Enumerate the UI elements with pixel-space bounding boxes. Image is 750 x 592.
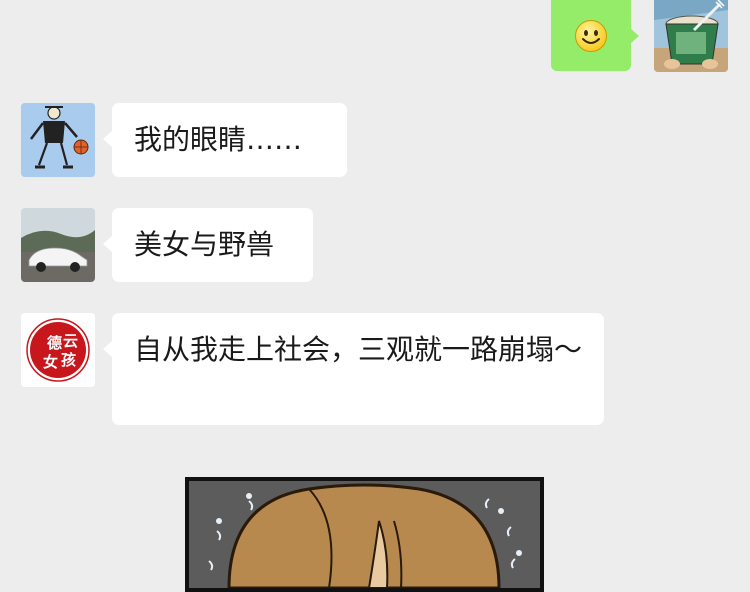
smiley-emoji-icon	[575, 19, 607, 52]
message-text-2: 美女与野兽	[134, 228, 275, 261]
seal-logo-avatar-image: 德 云 女 孩	[21, 313, 95, 387]
comic-character-head-image	[189, 481, 540, 588]
message-text-3: 自从我走上社会，三观就一路崩塌～	[134, 333, 583, 366]
comic-panel	[185, 477, 544, 592]
message-bubble-1[interactable]: 我的眼睛……	[103, 103, 347, 177]
svg-text:云: 云	[63, 332, 78, 350]
message-bubble-3[interactable]: 自从我走上社会，三观就一路崩塌～	[103, 313, 604, 425]
sent-message-bubble[interactable]	[551, 0, 639, 71]
svg-text:孩: 孩	[61, 351, 76, 369]
self-avatar[interactable]	[654, 0, 728, 72]
message-bubble-2[interactable]: 美女与野兽	[103, 208, 313, 282]
car-avatar-image	[21, 208, 95, 282]
svg-text:女: 女	[43, 353, 58, 371]
noodle-cup-avatar-image	[654, 0, 728, 72]
contact-avatar-1[interactable]	[21, 103, 95, 177]
sketch-figure-avatar-image	[21, 103, 95, 177]
contact-avatar-2[interactable]	[21, 208, 95, 282]
message-text-1: 我的眼睛……	[134, 123, 303, 156]
svg-text:德: 德	[47, 334, 62, 352]
contact-avatar-3[interactable]: 德 云 女 孩	[21, 313, 95, 387]
